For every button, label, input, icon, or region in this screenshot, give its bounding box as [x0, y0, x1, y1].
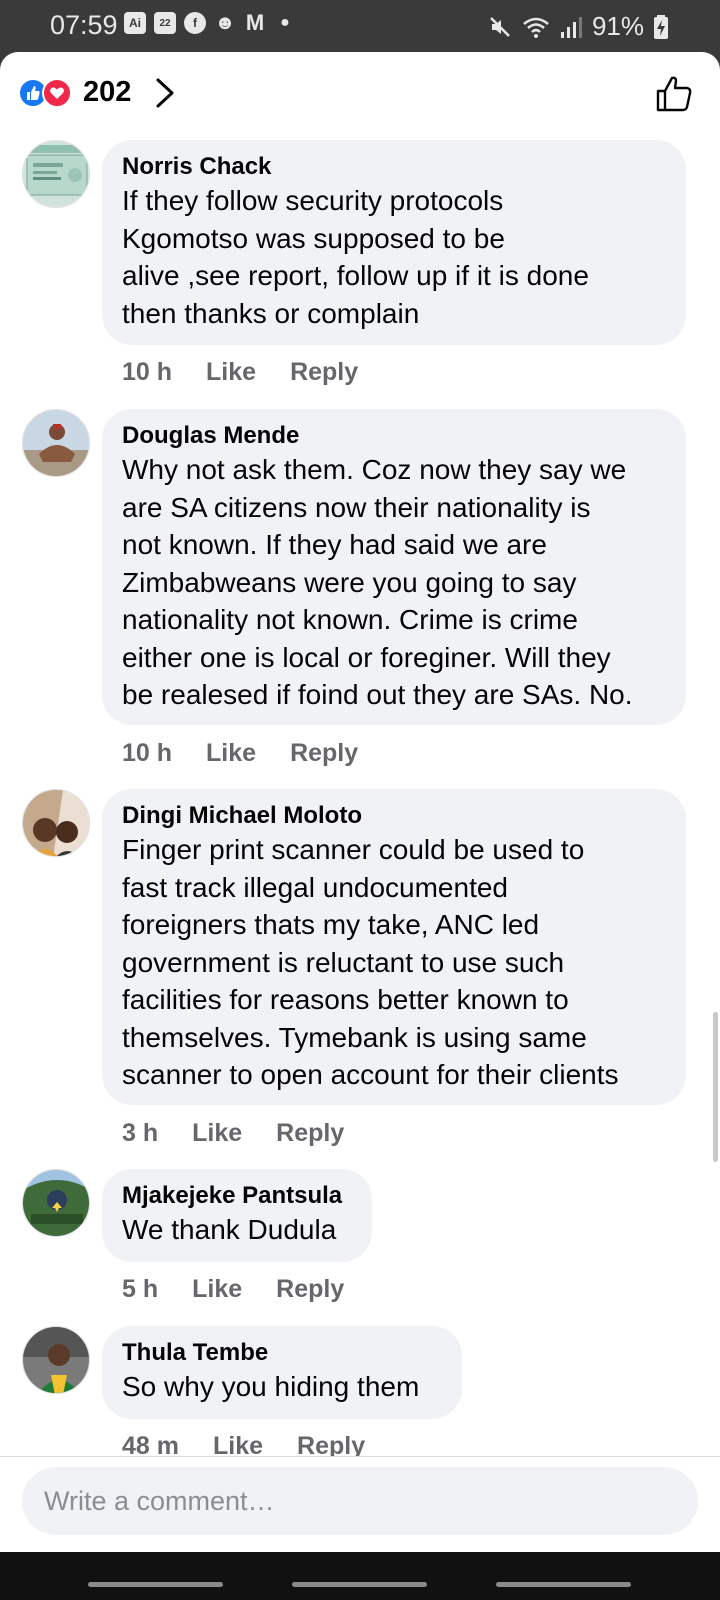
comment-actions: 3 h Like Reply [122, 1119, 344, 1148]
avatar[interactable] [22, 140, 90, 208]
reply-link[interactable]: Reply [290, 739, 358, 768]
avatar[interactable] [22, 789, 90, 857]
chevron-right-icon[interactable] [150, 76, 180, 110]
calendar-icon: 22 [154, 12, 176, 34]
comment-actions: 5 h Like Reply [122, 1275, 344, 1304]
avatar[interactable] [22, 409, 90, 477]
system-nav-bar [0, 1552, 720, 1600]
battery-percent: 91% [591, 11, 644, 41]
status-time: 07:59 [50, 10, 118, 40]
comment-bubble[interactable]: Thula Tembe So why you hiding them [102, 1326, 462, 1419]
mute-icon [490, 16, 510, 37]
reaction-icons [18, 78, 78, 108]
recent-apps-button[interactable] [88, 1582, 223, 1587]
facebook-icon: f [184, 12, 206, 34]
comment-text: So why you hiding them [122, 1371, 420, 1402]
comment-bubble[interactable]: Mjakejeke Pantsula We thank Dudula [102, 1169, 372, 1262]
like-link[interactable]: Like [206, 739, 256, 768]
like-link[interactable]: Like [206, 358, 256, 387]
dot-icon: ● [280, 14, 290, 31]
battery-icon [654, 14, 668, 39]
comment-actions: 10 h Like Reply [122, 358, 358, 387]
comments-sheet: 202 Norris Chack If they follow security… [0, 52, 720, 1552]
comment-author[interactable]: Norris Chack [122, 152, 666, 182]
gmail-icon: M [245, 10, 265, 35]
snapchat-icon: ☻ [214, 11, 236, 34]
status-bar: 07:59 Ai 22 f ☻ M ● 91% [0, 0, 720, 52]
comment-author[interactable]: Douglas Mende [122, 421, 666, 451]
comment-text: If they follow security protocols Kgomot… [122, 185, 589, 329]
comment-time[interactable]: 10 h [122, 358, 172, 387]
reaction-count[interactable]: 202 [83, 76, 131, 109]
comment-bubble[interactable]: Dingi Michael Moloto Finger print scanne… [102, 789, 686, 1105]
comment-text: We thank Dudula [122, 1214, 337, 1245]
comment-bubble[interactable]: Douglas Mende Why not ask them. Coz now … [102, 409, 686, 725]
signal-icon [560, 16, 582, 38]
comment-time[interactable]: 3 h [122, 1119, 158, 1148]
comment-input[interactable] [22, 1467, 698, 1535]
back-button[interactable] [496, 1582, 631, 1587]
reactions-header[interactable]: 202 [0, 52, 720, 132]
comment-author[interactable]: Dingi Michael Moloto [122, 801, 666, 831]
avatar[interactable] [22, 1169, 90, 1237]
reply-link[interactable]: Reply [276, 1275, 344, 1304]
comment-text: Finger print scanner could be used to fa… [122, 834, 619, 1090]
status-right: 91% [488, 11, 668, 42]
like-link[interactable]: Like [192, 1119, 242, 1148]
home-button[interactable] [292, 1582, 427, 1587]
avatar[interactable] [22, 1326, 90, 1394]
wifi-icon [523, 17, 549, 38]
ai-icon: Ai [124, 12, 146, 34]
love-reaction-icon [42, 78, 72, 108]
comment-time[interactable]: 10 h [122, 739, 172, 768]
compose-bar [0, 1456, 720, 1552]
thumbs-up-icon[interactable] [654, 74, 694, 114]
comment-bubble[interactable]: Norris Chack If they follow security pro… [102, 140, 686, 345]
notification-icons: Ai 22 f ☻ M ● [124, 10, 296, 35]
scrollbar[interactable] [713, 1012, 718, 1162]
reply-link[interactable]: Reply [290, 358, 358, 387]
like-link[interactable]: Like [192, 1275, 242, 1304]
comment-actions: 10 h Like Reply [122, 739, 358, 768]
comment-time[interactable]: 5 h [122, 1275, 158, 1304]
comment-author[interactable]: Thula Tembe [122, 1338, 442, 1368]
comment-author[interactable]: Mjakejeke Pantsula [122, 1181, 352, 1211]
reply-link[interactable]: Reply [276, 1119, 344, 1148]
comment-text: Why not ask them. Coz now they say we ar… [122, 454, 633, 710]
